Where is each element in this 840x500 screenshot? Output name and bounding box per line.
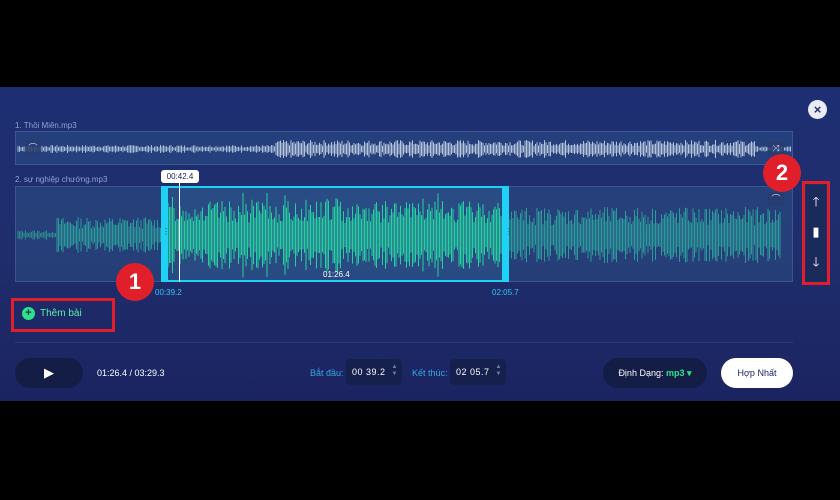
divider <box>15 342 793 343</box>
track-1-wave-graphic <box>17 140 791 158</box>
end-time-value: 02 05.7 <box>456 367 490 377</box>
annotation-badge-2: 2 <box>763 154 801 192</box>
track-1-label: 1. Thôi Miên.mp3 <box>15 121 77 130</box>
shuffle-icon[interactable]: ⤨ <box>768 141 784 155</box>
selection-end-handle[interactable]: ⋮ <box>505 228 513 240</box>
track-1-waveform[interactable]: ⌒ ⤨ <box>15 131 793 165</box>
chevron-down-icon: ▾ <box>687 368 692 378</box>
track-2-label: 2. sự nghiệp chướng.mp3 <box>15 175 108 184</box>
close-icon[interactable]: × <box>808 100 827 119</box>
format-select[interactable]: Định Dạng: mp3 ▾ <box>603 358 707 388</box>
start-stepper[interactable]: ▲ ▼ <box>392 364 398 378</box>
format-label: Định Dạng: <box>618 368 664 378</box>
start-time-field[interactable]: 00 39.2 ▲ ▼ <box>346 359 402 385</box>
annotation-badge-1: 1 <box>116 263 154 301</box>
annotation-box-1 <box>11 298 115 332</box>
play-icon: ▶ <box>44 365 54 380</box>
play-button[interactable]: ▶ <box>15 358 83 388</box>
playhead[interactable] <box>179 183 180 282</box>
selection-start-time: 00:39.2 <box>155 288 182 297</box>
start-label: Bắt đầu: <box>310 368 344 378</box>
selection-end-time: 02:05.7 <box>492 288 519 297</box>
selection-duration: 01:26.4 <box>323 270 350 279</box>
end-time-field[interactable]: 02 05.7 ▲ ▼ <box>450 359 506 385</box>
merge-button[interactable]: Hợp Nhất <box>721 358 793 388</box>
format-value: mp3 <box>665 368 685 378</box>
selection-start-handle[interactable]: ⋮ <box>162 228 170 240</box>
end-label: Kết thúc: <box>412 368 448 378</box>
fade-in-icon[interactable]: ⌒ <box>25 141 41 155</box>
playhead-time: 00:42.4 <box>161 170 199 183</box>
playback-time: 01:26.4 / 03:29.3 <box>97 368 165 378</box>
annotation-box-2 <box>802 181 830 285</box>
selection-region[interactable]: ⋮ ⋮ <box>161 186 513 282</box>
fade-out-icon[interactable]: ⌒ <box>768 192 784 206</box>
end-stepper[interactable]: ▲ ▼ <box>496 364 502 378</box>
start-time-value: 00 39.2 <box>352 367 386 377</box>
audio-joiner-panel: × 1. Thôi Miên.mp3 ⌒ ⤨ 2. sự nghiệp chướ… <box>0 87 840 401</box>
